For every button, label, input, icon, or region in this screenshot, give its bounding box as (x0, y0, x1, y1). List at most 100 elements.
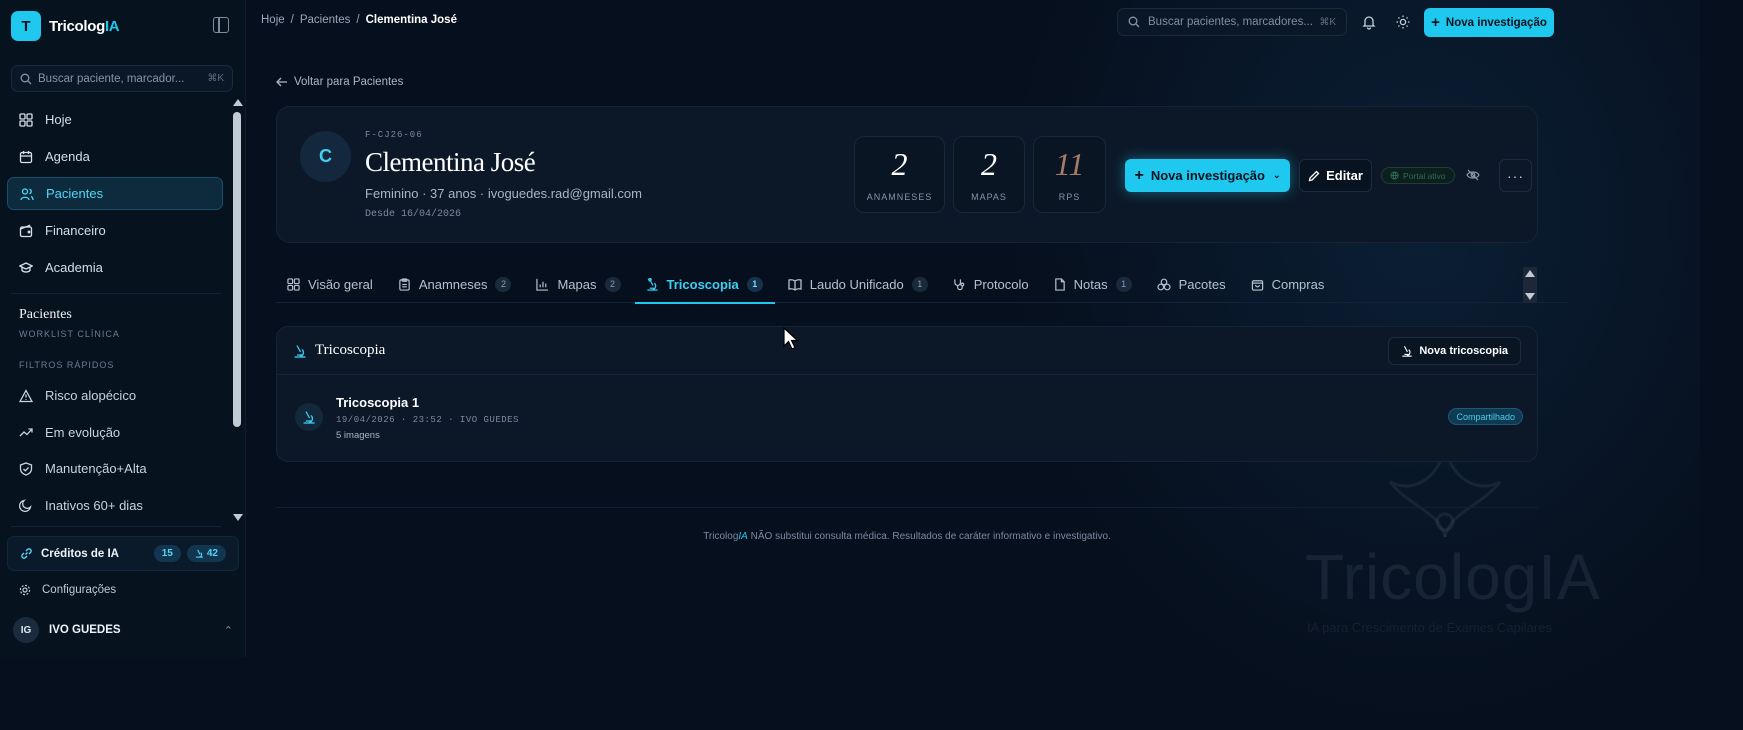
sidebar-item-academia[interactable]: Academia (7, 251, 223, 284)
filter-label: Inativos 60+ dias (45, 497, 143, 513)
user-name: IVO GUEDES (49, 624, 121, 636)
filter-em-evolucao[interactable]: Em evolução (7, 416, 223, 449)
breadcrumb-current: Clementina José (365, 14, 457, 26)
tab-count-badge: 1 (746, 276, 763, 292)
microscope-icon (295, 403, 323, 431)
brand-name-accent: IA (104, 17, 120, 35)
quick-filters: Risco alopécico Em evolução Manutenção+A… (7, 379, 223, 525)
global-search-input[interactable]: Buscar pacientes, marcadores... ⌘K (1117, 8, 1347, 36)
back-link[interactable]: Voltar para Pacientes (276, 76, 403, 88)
shield-check-icon (19, 461, 33, 476)
tab-laudo-unificado[interactable]: Laudo Unificado 1 (777, 265, 940, 303)
footer-brand-accent: IA (738, 531, 748, 542)
scroll-down-arrow-icon[interactable] (1525, 293, 1535, 300)
watermark-tagline: IA para Crescimento de Exames Capilares (1307, 620, 1552, 635)
shopping-bag-icon (1251, 279, 1263, 291)
stat-label: MAPAS (971, 192, 1007, 202)
new-tricoscopia-button[interactable]: Nova tricoscopia (1388, 336, 1521, 365)
patient-new-investigation-label: Nova investigação (1150, 168, 1265, 183)
trending-up-icon (19, 428, 33, 437)
ai-credits-count: 15 (153, 545, 181, 562)
footer-text: NÃO substitui consulta médica. Resultado… (747, 531, 1111, 542)
ai-credits-label: Créditos de IA (41, 547, 119, 560)
user-menu[interactable]: IG IVO GUEDES ⌃ (13, 617, 233, 643)
breadcrumb-hoje[interactable]: Hoje (261, 14, 285, 26)
sidebar-item-pacientes[interactable]: Pacientes (7, 177, 223, 210)
tab-compras[interactable]: Compras (1240, 265, 1337, 303)
sun-icon[interactable] (1395, 14, 1411, 30)
wallet-icon (19, 224, 33, 237)
new-investigation-label: Nova investigação (1445, 16, 1547, 29)
sidebar-search-input[interactable]: Buscar paciente, marcador... ⌘K (11, 65, 233, 92)
tab-anamneses[interactable]: Anamneses 2 (387, 265, 524, 303)
stat-rps[interactable]: 11 RPS (1033, 136, 1106, 213)
tab-label: Tricoscopia (666, 276, 739, 292)
list-item[interactable]: Tricoscopia 1 19/04/2026 · 23:52 · IVO G… (277, 375, 1537, 461)
boxes-icon (1157, 278, 1171, 290)
filter-label: Manutenção+Alta (45, 461, 147, 476)
tab-mapas[interactable]: Mapas 2 (525, 265, 632, 303)
tab-count-badge: 1 (911, 276, 928, 292)
microscope-icon (1402, 345, 1413, 357)
patient-info: Feminino · 37 anos · ivoguedes.rad@gmail… (365, 186, 642, 201)
sidebar-divider (11, 526, 221, 527)
search-icon (1128, 16, 1140, 28)
edit-label: Editar (1326, 168, 1363, 183)
tab-visao-geral[interactable]: Visão geral (276, 265, 385, 303)
sidebar: T TricologIA Buscar paciente, marcador..… (0, 0, 246, 657)
sidebar-item-financeiro[interactable]: Financeiro (7, 214, 223, 247)
brand-name-main: Tricolog (49, 17, 105, 35)
sidebar-scrollbar[interactable] (230, 95, 245, 525)
new-investigation-button[interactable]: + Nova investigação (1424, 8, 1554, 37)
tab-label: Laudo Unificado (809, 276, 904, 292)
users-icon (20, 187, 34, 200)
stat-mapas[interactable]: 2 MAPAS (953, 136, 1025, 213)
footer-disclaimer: TricologIA NÃO substitui consulta médica… (276, 531, 1538, 542)
chevron-down-icon: ⌄ (1272, 170, 1281, 180)
back-link-label: Voltar para Pacientes (294, 76, 404, 88)
sidebar-item-label: Hoje (45, 112, 72, 127)
sidebar-section-subtitle: WORKLIST CLÍNICA (19, 329, 120, 339)
breadcrumb-pacientes[interactable]: Pacientes (300, 14, 351, 26)
calendar-icon (19, 150, 33, 163)
scroll-up-arrow-icon[interactable] (1525, 270, 1535, 277)
scroll-down-arrow-icon[interactable] (233, 514, 243, 521)
sidebar-item-hoje[interactable]: Hoje (7, 103, 223, 136)
eye-off-icon[interactable] (1466, 168, 1480, 182)
bell-icon[interactable] (1361, 14, 1377, 30)
edit-patient-button[interactable]: Editar (1299, 159, 1372, 192)
mouse-cursor-icon (783, 327, 800, 350)
tricoscopia-image-count: 5 imagens (336, 430, 380, 441)
watermark-text: TricologIA (1305, 541, 1601, 613)
sidebar-search-placeholder: Buscar paciente, marcador... (38, 72, 185, 85)
filter-manutencao-alta[interactable]: Manutenção+Alta (7, 452, 223, 485)
sidebar-item-agenda[interactable]: Agenda (7, 140, 223, 173)
scroll-thumb[interactable] (233, 112, 241, 427)
file-icon (1054, 277, 1065, 291)
breadcrumb-separator: / (356, 14, 360, 26)
stethoscope-icon (953, 278, 965, 290)
more-options-button[interactable]: ··· (1499, 159, 1532, 192)
settings-link[interactable]: Configurações (19, 584, 116, 596)
collapse-sidebar-icon[interactable] (213, 17, 229, 33)
patient-new-investigation-button[interactable]: + Nova investigação ⌄ (1125, 159, 1290, 192)
search-icon (20, 73, 32, 84)
graduation-cap-icon (19, 261, 33, 273)
brand[interactable]: T TricologIA (11, 11, 120, 41)
patient-avatar: C (300, 131, 351, 182)
tab-protocolo[interactable]: Protocolo (942, 265, 1041, 303)
tab-notas[interactable]: Notas 1 (1043, 265, 1144, 303)
sidebar-item-label: Pacientes (46, 186, 104, 201)
microscope-icon (294, 344, 306, 358)
filter-label: Em evolução (45, 424, 121, 440)
tab-count-badge: 1 (1115, 276, 1132, 292)
tabs-scrollbar[interactable] (1523, 267, 1537, 303)
ai-credits[interactable]: Créditos de IA 15 42 (7, 536, 239, 571)
tab-pacotes[interactable]: Pacotes (1146, 265, 1238, 303)
filter-inativos[interactable]: Inativos 60+ dias (7, 489, 223, 522)
filter-risco-alopecico[interactable]: Risco alopécico (7, 379, 223, 412)
scroll-up-arrow-icon[interactable] (233, 99, 243, 106)
globe-icon (1390, 171, 1399, 180)
tab-tricoscopia[interactable]: Tricoscopia 1 (634, 265, 776, 304)
stat-anamneses[interactable]: 2 ANAMNESES (854, 136, 945, 213)
